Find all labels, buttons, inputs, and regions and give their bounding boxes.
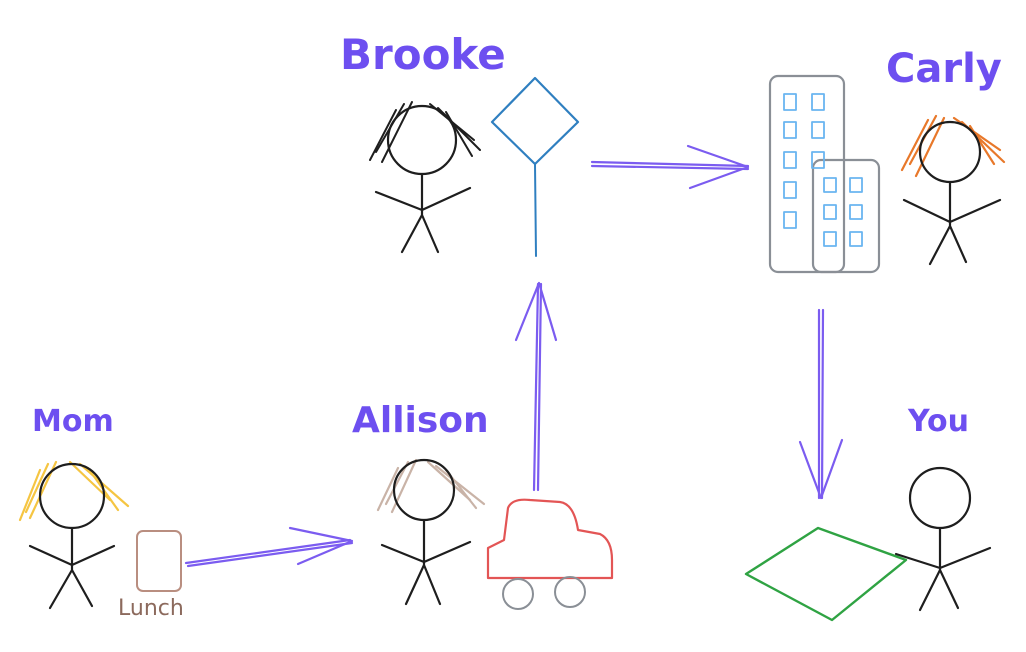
grass-patch — [744, 526, 908, 622]
car — [486, 498, 614, 610]
carly-head — [918, 120, 982, 184]
building-windows — [783, 93, 863, 247]
mom-hair — [18, 460, 130, 522]
you-label: You — [908, 404, 969, 439]
brooke-label: Brooke — [340, 30, 506, 79]
allison-figure — [376, 458, 486, 606]
mom-body — [28, 526, 116, 610]
mom-figure — [18, 460, 130, 610]
carly-figure — [900, 114, 1006, 266]
sign-pole — [534, 163, 537, 257]
brooke-figure — [369, 101, 481, 254]
you-head — [908, 466, 972, 530]
buildings — [768, 74, 881, 274]
sign-plate — [490, 76, 580, 166]
arrow-mom-to-allison — [184, 526, 354, 568]
arrow-carly-to-you — [798, 308, 844, 500]
arrow-brooke-to-carly — [590, 144, 750, 190]
lunch-label: Lunch — [118, 596, 184, 621]
allison-label: Allison — [352, 400, 489, 441]
brooke-hair — [369, 101, 481, 163]
lunch-box — [136, 530, 182, 592]
diagram-canvas — [18, 74, 1006, 622]
allison-body — [380, 518, 472, 606]
tall-building — [768, 74, 846, 274]
brooke-head — [386, 104, 458, 176]
you-figure — [894, 466, 992, 612]
carly-hair — [900, 114, 1006, 178]
mom-label: Mom — [32, 404, 114, 439]
arrow-allison-to-brooke — [514, 281, 558, 492]
car-body — [486, 498, 614, 580]
you-body — [894, 526, 992, 612]
car-wheel-back — [554, 576, 586, 608]
brooke-body — [374, 172, 472, 254]
car-wheel-front — [502, 578, 534, 610]
carly-body — [902, 180, 1002, 266]
short-building — [811, 158, 881, 274]
mom-head — [38, 462, 106, 530]
street-sign — [490, 76, 580, 257]
carly-label: Carly — [886, 46, 1002, 92]
